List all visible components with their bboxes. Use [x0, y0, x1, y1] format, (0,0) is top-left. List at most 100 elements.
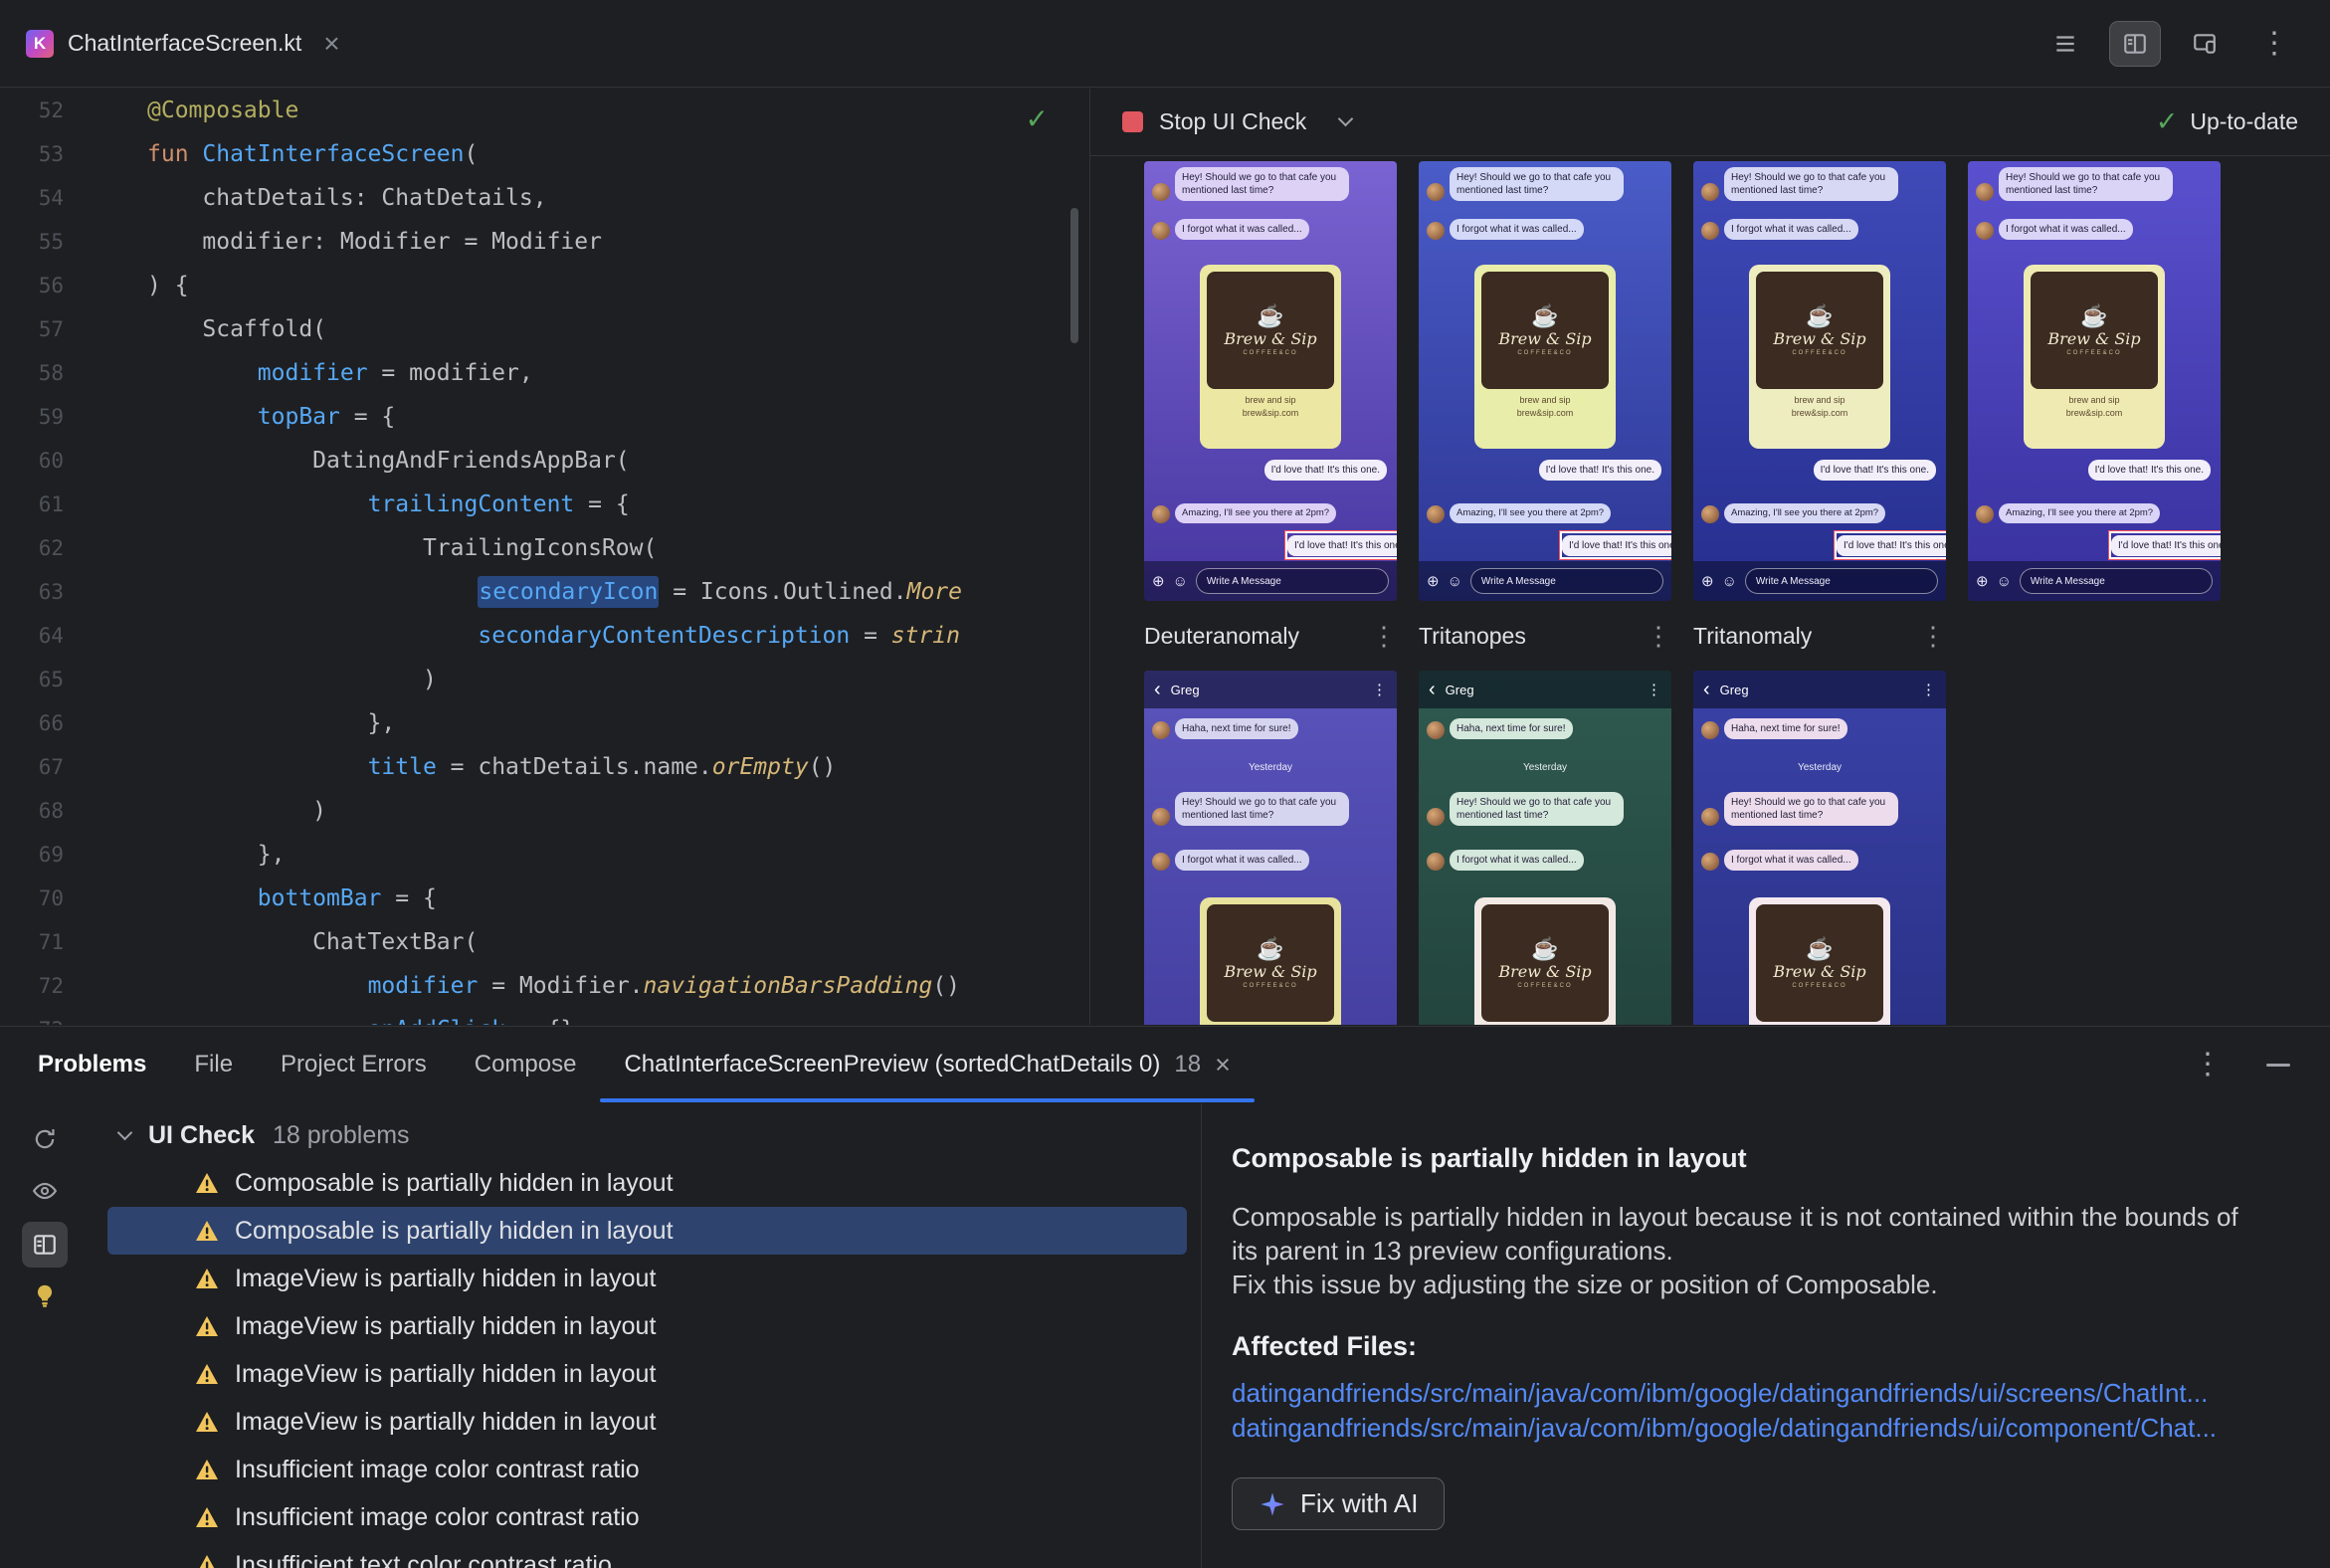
affected-file-link[interactable]: datingandfriends/src/main/java/com/ibm/g… [1232, 1411, 2260, 1446]
chevron-down-icon[interactable] [116, 1124, 133, 1140]
code-line[interactable]: 61 trailingContent = { [0, 483, 1088, 526]
back-icon[interactable]: ‹ [1703, 680, 1710, 699]
close-tab-icon[interactable]: × [323, 28, 339, 60]
code-line[interactable]: 52 @Composable [0, 89, 1088, 132]
message-input-bar: ⊕ ☺ Write A Message [1144, 561, 1397, 601]
kebab-menu-icon[interactable]: ⋮ [1372, 681, 1387, 698]
problem-row[interactable]: Insufficient image color contrast ratio [107, 1493, 1187, 1541]
code-line[interactable]: 60 DatingAndFriendsAppBar( [0, 439, 1088, 483]
chat-bubble: Hey! Should we go to that cafe you menti… [1152, 167, 1349, 201]
code-line[interactable]: 62 TrailingIconsRow( [0, 526, 1088, 570]
code-line[interactable]: 53 fun ChatInterfaceScreen( [0, 132, 1088, 176]
code-line[interactable]: 57 Scaffold( [0, 307, 1088, 351]
write-message-input[interactable]: Write A Message [1744, 568, 1938, 594]
stop-ui-check-button[interactable]: Stop UI Check [1159, 108, 1306, 135]
code-line[interactable]: 72 modifier = Modifier.navigationBarsPad… [0, 964, 1088, 1008]
avatar [1427, 721, 1445, 739]
tab-uicheck-preview[interactable]: ChatInterfaceScreenPreview (sortedChatDe… [600, 1027, 1255, 1102]
uicheck-highlight-box: I'd love that! It's this one. [2108, 530, 2221, 560]
quick-fix-bulb-icon[interactable] [22, 1273, 68, 1318]
avatar [1427, 853, 1445, 871]
warning-icon [195, 1363, 219, 1385]
code-line[interactable]: 67 title = chatDetails.name.orEmpty() [0, 745, 1088, 789]
open-editors-icon[interactable] [2039, 21, 2091, 67]
code-line[interactable]: 58 modifier = modifier, [0, 351, 1088, 395]
editor-tab[interactable]: K ChatInterfaceScreen.kt × [0, 0, 366, 87]
coffee-cup-icon: ☕ [1531, 302, 1559, 328]
back-icon[interactable]: ‹ [1154, 680, 1161, 699]
code-line[interactable]: 70 bottomBar = { [0, 877, 1088, 920]
code-line[interactable]: 63 secondaryIcon = Icons.Outlined.More [0, 570, 1088, 614]
uicheck-highlight-box: I'd love that! It's this one. [1284, 530, 1397, 560]
chat-bubble: Hey! Should we go to that cafe you menti… [1427, 167, 1624, 201]
problem-row[interactable]: ImageView is partially hidden in layout [107, 1350, 1187, 1398]
back-icon[interactable]: ‹ [1429, 680, 1436, 699]
code-line[interactable]: 55 modifier: Modifier = Modifier [0, 220, 1088, 264]
problem-row-selected[interactable]: Composable is partially hidden in layout [107, 1207, 1187, 1255]
problem-group-header[interactable]: UI Check 18 problems [88, 1111, 1201, 1159]
affected-file-link[interactable]: datingandfriends/src/main/java/com/ibm/g… [1232, 1376, 2260, 1411]
code-line[interactable]: 71 ChatTextBar( [0, 920, 1088, 964]
problems-list: UI Check 18 problems Composable is parti… [88, 1103, 1201, 1568]
problem-row[interactable]: Insufficient text color contrast ratio [107, 1541, 1187, 1568]
chat-bubble: Haha, next time for sure! [1701, 718, 1847, 739]
write-message-input[interactable]: Write A Message [2019, 568, 2213, 594]
kebab-menu-icon[interactable]: ⋮ [1920, 621, 1946, 652]
code-editor[interactable]: 52 @Composable 53 fun ChatInterfaceScreen(… [0, 89, 1088, 1025]
code-line[interactable]: 59 topBar = { [0, 395, 1088, 439]
minimize-icon[interactable] [2266, 1063, 2290, 1067]
code-line[interactable]: 73 onAddClick = {} [0, 1008, 1088, 1025]
more-options-icon[interactable]: ⋮ [2193, 1050, 2223, 1079]
panel-actions: ⋮ [2193, 1050, 2330, 1079]
add-icon: ⊕ [1152, 572, 1165, 590]
kebab-menu-icon[interactable]: ⋮ [1647, 681, 1661, 698]
preview-phone-3[interactable]: Hey! Should we go to that cafe you menti… [1693, 161, 1946, 601]
kebab-menu-icon[interactable]: ⋮ [1921, 681, 1936, 698]
editor-scrollbar[interactable] [1070, 208, 1078, 343]
split-editor-icon[interactable] [2109, 20, 2161, 67]
kebab-menu-icon[interactable]: ⋮ [1646, 621, 1671, 652]
details-view-icon[interactable] [22, 1222, 68, 1268]
preview-eye-icon[interactable] [22, 1168, 68, 1214]
titlebar-actions: ⋮ [2039, 20, 2330, 67]
avatar [1427, 183, 1445, 201]
warning-icon [195, 1220, 219, 1242]
problem-row[interactable]: Insufficient image color contrast ratio [107, 1446, 1187, 1493]
code-line[interactable]: 69 }, [0, 833, 1088, 877]
preview-phone-1[interactable]: Hey! Should we go to that cafe you menti… [1144, 161, 1397, 601]
fix-with-ai-button[interactable]: Fix with AI [1232, 1477, 1446, 1530]
code-line[interactable]: 56) { [0, 264, 1088, 307]
close-tab-icon[interactable]: × [1215, 1050, 1231, 1080]
preview-phone-2[interactable]: Hey! Should we go to that cafe you menti… [1419, 161, 1671, 601]
preview-phone-tritanomaly[interactable]: ‹ Greg ⋮ Haha, next time for sure! Yesterd… [1693, 671, 1946, 1025]
refresh-icon[interactable] [22, 1116, 68, 1162]
preview-canvas[interactable]: Hey! Should we go to that cafe you menti… [1090, 157, 2330, 1025]
preview-pane: Stop UI Check ✓ Up-to-date Hey! Should w… [1089, 89, 2330, 1025]
code-line[interactable]: 65 ) [0, 658, 1088, 701]
more-options-icon[interactable]: ⋮ [2248, 21, 2300, 67]
write-message-input[interactable]: Write A Message [1469, 568, 1663, 594]
problem-row[interactable]: ImageView is partially hidden in layout [107, 1255, 1187, 1302]
problem-row[interactable]: Composable is partially hidden in layout [107, 1159, 1187, 1207]
chevron-down-icon[interactable] [1338, 110, 1354, 127]
preview-phone-tritanopes[interactable]: ‹ Greg ⋮ Haha, next time for sure! Yesterd… [1419, 671, 1671, 1025]
code-line[interactable]: 68 ) [0, 789, 1088, 833]
chat-bubble: Hey! Should we go to that cafe you menti… [1427, 792, 1624, 826]
problem-row[interactable]: ImageView is partially hidden in layout [107, 1302, 1187, 1350]
stop-icon[interactable] [1122, 111, 1143, 132]
preview-label-deuteranomaly: Deuteranomaly ⋮ [1144, 621, 1397, 652]
write-message-input[interactable]: Write A Message [1195, 568, 1389, 594]
preview-phone-4[interactable]: Hey! Should we go to that cafe you menti… [1968, 161, 2221, 601]
tab-file[interactable]: File [170, 1027, 257, 1102]
device-preview-icon[interactable] [2179, 21, 2231, 67]
tab-problems[interactable]: Problems [14, 1027, 170, 1102]
code-line[interactable]: 66 }, [0, 701, 1088, 745]
tab-project-errors[interactable]: Project Errors [257, 1027, 451, 1102]
problem-row[interactable]: ImageView is partially hidden in layout [107, 1398, 1187, 1446]
code-line[interactable]: 54 chatDetails: ChatDetails, [0, 176, 1088, 220]
inspections-ok-icon[interactable]: ✓ [1026, 102, 1049, 135]
code-line[interactable]: 64 secondaryContentDescription = strin [0, 614, 1088, 658]
kebab-menu-icon[interactable]: ⋮ [1371, 621, 1397, 652]
preview-phone-deuteranomaly[interactable]: ‹ Greg ⋮ Haha, next time for sure! Yesterd… [1144, 671, 1397, 1025]
tab-compose[interactable]: Compose [451, 1027, 601, 1102]
